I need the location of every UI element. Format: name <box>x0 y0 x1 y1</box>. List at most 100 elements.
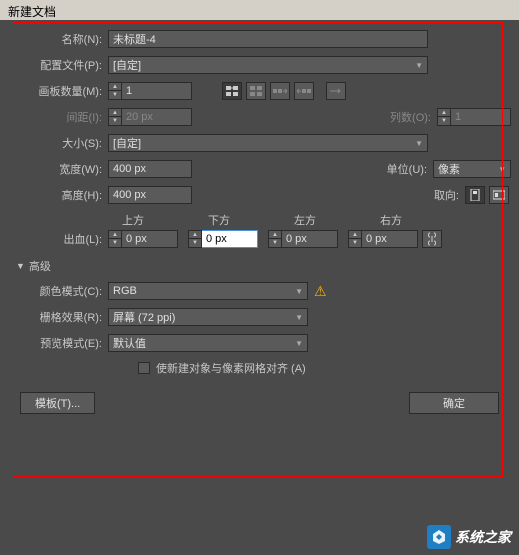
stepper-bleed-bottom[interactable]: ▲▼ <box>188 230 258 248</box>
arrange-arrow-icon[interactable] <box>326 82 346 100</box>
row-artboards: 画板数量(M): ▲ ▼ <box>8 82 511 100</box>
input-bleed-right[interactable] <box>362 230 418 248</box>
stepper-down-icon[interactable]: ▼ <box>109 91 121 99</box>
warning-icon: ⚠ <box>314 283 327 300</box>
portrait-icon[interactable] <box>465 186 485 204</box>
arrange-row-icon[interactable] <box>270 82 290 100</box>
stepper-spacing: ▲ ▼ <box>108 108 192 126</box>
label-bleed-left: 左方 <box>294 212 380 228</box>
stepper-bleed-right[interactable]: ▲▼ <box>348 230 418 248</box>
label-units: 单位(U): <box>387 161 433 177</box>
stepper-bleed-left[interactable]: ▲▼ <box>268 230 338 248</box>
dropdown-size[interactable]: [自定] ▼ <box>108 134 428 152</box>
row-raster-effects: 栅格效果(R): 屏幕 (72 ppi) ▼ <box>8 308 511 326</box>
stepper-down-icon[interactable]: ▼ <box>349 239 361 247</box>
stepper-up-icon[interactable]: ▲ <box>109 83 121 91</box>
label-height: 高度(H): <box>8 187 108 203</box>
label-width: 宽度(W): <box>8 161 108 177</box>
chevron-down-icon: ▼ <box>415 61 423 70</box>
disclosure-triangle-icon: ▼ <box>16 261 25 271</box>
label-align-checkbox: 使新建对象与像素网格对齐 (A) <box>156 360 306 376</box>
grid-by-row-icon[interactable] <box>222 82 242 100</box>
chevron-down-icon: ▼ <box>498 165 506 174</box>
input-bleed-left[interactable] <box>282 230 338 248</box>
dropdown-color-mode[interactable]: RGB ▼ <box>108 282 308 300</box>
label-bleed: 出血(L): <box>8 231 108 247</box>
ok-button[interactable]: 确定 <box>409 392 499 414</box>
link-bleed-icon[interactable] <box>422 230 442 248</box>
orientation-icons <box>465 186 511 204</box>
chevron-down-icon: ▼ <box>295 313 303 322</box>
row-size: 大小(S): [自定] ▼ <box>8 134 511 152</box>
stepper-down-icon: ▼ <box>109 117 121 125</box>
dropdown-profile-value: [自定] <box>113 57 141 73</box>
dropdown-color-mode-value: RGB <box>113 285 137 297</box>
bleed-labels: 上方 下方 左方 右方 <box>122 212 511 228</box>
stepper-up-icon[interactable]: ▲ <box>269 231 281 239</box>
dropdown-profile[interactable]: [自定] ▼ <box>108 56 428 74</box>
artboard-layout-icons <box>222 82 348 100</box>
row-height-orient: 高度(H): 取向: <box>8 186 511 204</box>
label-bleed-right: 右方 <box>380 212 466 228</box>
chevron-down-icon: ▼ <box>295 287 303 296</box>
row-name: 名称(N): <box>8 30 511 48</box>
dropdown-raster-effects-value: 屏幕 (72 ppi) <box>113 309 175 325</box>
titlebar: 新建文档 <box>0 0 519 20</box>
row-profile: 配置文件(P): [自定] ▼ <box>8 56 511 74</box>
stepper-down-icon[interactable]: ▼ <box>189 239 201 247</box>
label-columns: 列数(O): <box>390 109 437 125</box>
label-bleed-bottom: 下方 <box>208 212 294 228</box>
row-spacing-columns: 间距(I): ▲ ▼ 列数(O): ▲ ▼ <box>8 108 511 126</box>
watermark-text: 系统之家 <box>455 527 511 547</box>
dropdown-units-value: 像素 <box>438 161 460 177</box>
dropdown-preview-mode[interactable]: 默认值 ▼ <box>108 334 308 352</box>
input-columns <box>451 108 511 126</box>
stepper-up-icon[interactable]: ▲ <box>109 231 121 239</box>
label-raster-effects: 栅格效果(R): <box>8 309 108 325</box>
stepper-up-icon: ▲ <box>109 109 121 117</box>
grid-by-column-icon[interactable] <box>246 82 266 100</box>
label-name: 名称(N): <box>8 31 108 47</box>
dropdown-units[interactable]: 像素 ▼ <box>433 160 511 178</box>
chevron-down-icon: ▼ <box>295 339 303 348</box>
stepper-down-icon[interactable]: ▼ <box>269 239 281 247</box>
row-color-mode: 颜色模式(C): RGB ▼ ⚠ <box>8 282 511 300</box>
advanced-label: 高级 <box>29 258 51 274</box>
input-width[interactable] <box>108 160 192 178</box>
label-bleed-top: 上方 <box>122 212 208 228</box>
input-artboards[interactable] <box>122 82 192 100</box>
label-orientation: 取向: <box>434 187 465 203</box>
stepper-bleed-top[interactable]: ▲▼ <box>108 230 178 248</box>
stepper-down-icon[interactable]: ▼ <box>109 239 121 247</box>
dialog-title: 新建文档 <box>8 5 56 19</box>
label-profile: 配置文件(P): <box>8 57 108 73</box>
label-artboards: 画板数量(M): <box>8 83 108 99</box>
input-bleed-top[interactable] <box>122 230 178 248</box>
input-name[interactable] <box>108 30 428 48</box>
label-spacing: 间距(I): <box>8 109 108 125</box>
advanced-disclosure[interactable]: ▼ 高级 <box>16 258 511 274</box>
dropdown-raster-effects[interactable]: 屏幕 (72 ppi) ▼ <box>108 308 308 326</box>
templates-button[interactable]: 模板(T)... <box>20 392 95 414</box>
row-width-units: 宽度(W): 单位(U): 像素 ▼ <box>8 160 511 178</box>
button-row: 模板(T)... 确定 <box>8 386 511 420</box>
dropdown-size-value: [自定] <box>113 135 141 151</box>
checkbox-align-pixel-grid[interactable] <box>138 362 150 374</box>
stepper-up-icon[interactable]: ▲ <box>349 231 361 239</box>
label-color-mode: 颜色模式(C): <box>8 283 108 299</box>
landscape-icon[interactable] <box>489 186 509 204</box>
chevron-down-icon: ▼ <box>415 139 423 148</box>
watermark: 系统之家 <box>427 525 511 549</box>
input-height[interactable] <box>108 186 192 204</box>
watermark-logo-icon <box>427 525 451 549</box>
stepper-columns: ▲ ▼ <box>437 108 511 126</box>
stepper-up-icon[interactable]: ▲ <box>189 231 201 239</box>
dropdown-preview-mode-value: 默认值 <box>113 335 146 351</box>
arrange-row-rtl-icon[interactable] <box>294 82 314 100</box>
input-bleed-bottom[interactable] <box>202 230 258 248</box>
row-align-checkbox[interactable]: 使新建对象与像素网格对齐 (A) <box>138 360 511 376</box>
row-bleed: 出血(L): ▲▼ ▲▼ ▲▼ ▲▼ <box>8 230 511 248</box>
label-preview-mode: 预览模式(E): <box>8 335 108 351</box>
stepper-down-icon: ▼ <box>438 117 450 125</box>
stepper-artboards[interactable]: ▲ ▼ <box>108 82 192 100</box>
